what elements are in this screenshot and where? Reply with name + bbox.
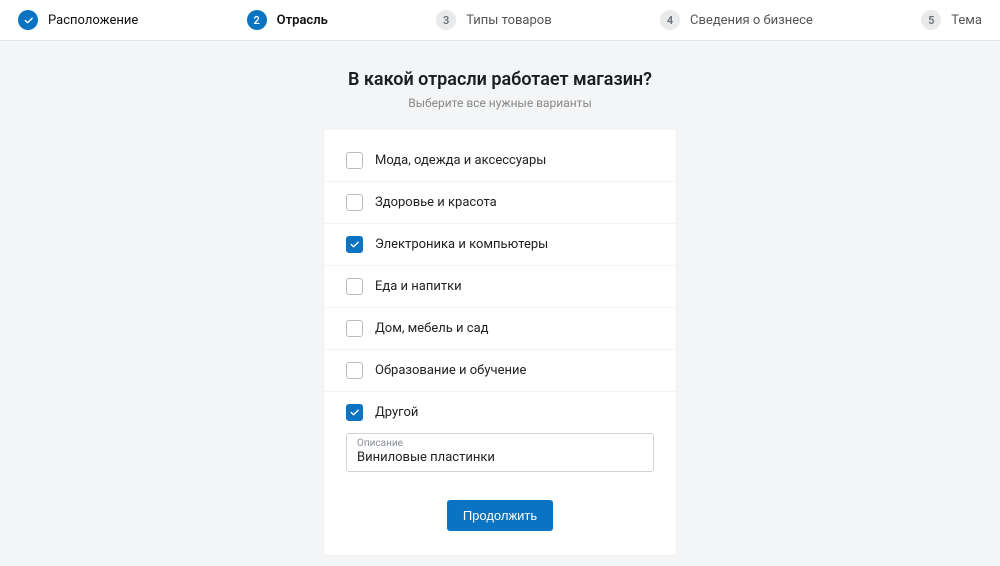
step-number: 2 (247, 10, 267, 30)
wizard-stepper: Расположение 2 Отрасль 3 Типы товаров 4 Сведен… (0, 0, 1000, 41)
option-label: Дом, мебель и сад (375, 321, 488, 336)
step-number: 5 (921, 10, 941, 30)
step-3[interactable]: 3 Типы товаров (436, 10, 551, 30)
input-floating-label: Описание (357, 438, 643, 449)
step-label: Отрасль (277, 13, 328, 28)
checkbox[interactable] (346, 152, 363, 169)
industry-option[interactable]: Электроника и компьютеры (324, 224, 676, 266)
option-label: Еда и напитки (375, 279, 462, 294)
input-value: Виниловые пластинки (357, 450, 643, 465)
other-description-wrap: Описание Виниловые пластинки (324, 433, 676, 478)
step-label: Расположение (48, 13, 138, 28)
checkbox[interactable] (346, 194, 363, 211)
checkbox[interactable] (346, 362, 363, 379)
step-number: 4 (660, 10, 680, 30)
checkbox[interactable] (346, 236, 363, 253)
step-number: 3 (436, 10, 456, 30)
continue-button[interactable]: Продолжить (447, 500, 553, 531)
industry-option[interactable]: Другой (324, 392, 676, 433)
step-4[interactable]: 4 Сведения о бизнесе (660, 10, 813, 30)
industry-option[interactable]: Образование и обучение (324, 350, 676, 392)
industry-option[interactable]: Мода, одежда и аксессуары (324, 140, 676, 182)
page-subtitle: Выберите все нужные варианты (0, 96, 1000, 110)
step-2[interactable]: 2 Отрасль (247, 10, 328, 30)
option-label: Здоровье и красота (375, 195, 497, 210)
checkbox[interactable] (346, 404, 363, 421)
option-label: Образование и обучение (375, 363, 526, 378)
industry-card: Мода, одежда и аксессуары Здоровье и крас… (324, 130, 676, 555)
step-5[interactable]: 5 Тема (921, 10, 982, 30)
option-label: Мода, одежда и аксессуары (375, 153, 546, 168)
industry-option[interactable]: Еда и напитки (324, 266, 676, 308)
checkbox[interactable] (346, 320, 363, 337)
step-1[interactable]: Расположение (18, 10, 138, 30)
check-icon (18, 10, 38, 30)
step-label: Сведения о бизнесе (690, 13, 813, 28)
step-label: Тема (951, 13, 982, 28)
industry-option[interactable]: Дом, мебель и сад (324, 308, 676, 350)
page-title: В какой отрасли работает магазин? (0, 69, 1000, 90)
step-label: Типы товаров (466, 13, 551, 28)
checkbox[interactable] (346, 278, 363, 295)
industry-option[interactable]: Здоровье и красота (324, 182, 676, 224)
other-description-input[interactable]: Описание Виниловые пластинки (346, 433, 654, 472)
option-label: Электроника и компьютеры (375, 237, 548, 252)
page-content: В какой отрасли работает магазин? Выбери… (0, 41, 1000, 555)
option-label: Другой (375, 405, 418, 420)
